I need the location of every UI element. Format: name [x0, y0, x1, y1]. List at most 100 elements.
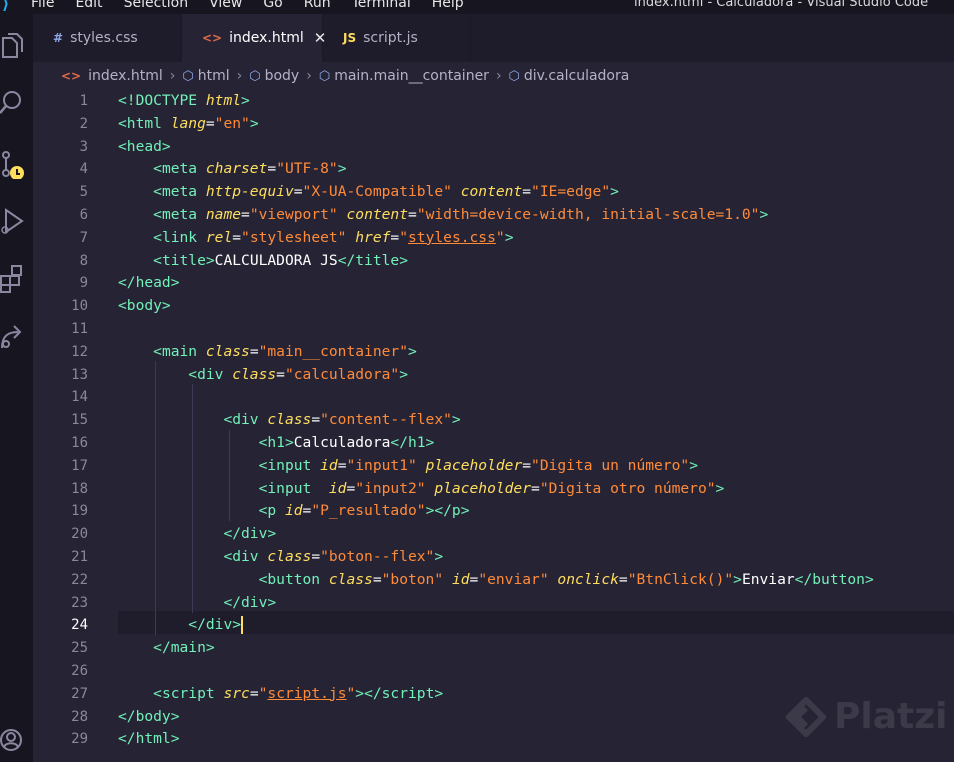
- line-number: 17: [71, 457, 88, 474]
- line-number: 25: [71, 640, 88, 657]
- line-number: 11: [71, 321, 88, 337]
- line-number: 28: [71, 708, 88, 725]
- symbol-element-icon: ⬡: [508, 68, 520, 84]
- tab-label: script.js: [363, 30, 418, 46]
- symbol-element-icon: ⬡: [249, 68, 261, 84]
- menu-bar: ⟩ File Edit Selection View Go Run Termin…: [0, 0, 954, 14]
- symbol-element-icon: ⬡: [182, 68, 194, 84]
- watermark-text: Platzi: [834, 696, 948, 737]
- code-line: 11: [33, 318, 954, 341]
- chevron-right-icon: ›: [169, 68, 176, 84]
- tab-label: index.html: [229, 30, 304, 46]
- line-number: 22: [71, 571, 88, 588]
- line-number: 15: [71, 412, 88, 429]
- code-line: 14: [33, 386, 954, 409]
- code-line: 1 <!DOCTYPE html>: [33, 90, 954, 113]
- line-number: 10: [71, 298, 88, 315]
- line-number: 8: [79, 252, 88, 269]
- tab-index-html[interactable]: <> index.html ✕: [182, 14, 326, 62]
- search-icon[interactable]: [0, 88, 26, 118]
- line-number: 9: [79, 275, 88, 292]
- platzi-watermark: Platzi: [786, 696, 948, 737]
- code-line-current: 24 </div>: [33, 614, 954, 637]
- platzi-logo-icon: [786, 696, 826, 737]
- code-line: 7 <link rel="stylesheet" href="styles.cs…: [33, 227, 954, 250]
- activity-bar: [0, 14, 33, 762]
- line-number: 29: [71, 731, 88, 748]
- line-number: 7: [79, 229, 88, 246]
- run-debug-icon[interactable]: [0, 206, 26, 236]
- code-line: 20 </div>: [33, 523, 954, 546]
- text-cursor: [241, 616, 244, 635]
- code-line: 12 <main class="main__container">: [33, 341, 954, 364]
- breadcrumb-item[interactable]: main.main__container: [334, 68, 489, 84]
- code-line: 19 <p id="P_resultado"></p>: [33, 500, 954, 523]
- breadcrumb-item[interactable]: html: [198, 68, 230, 84]
- line-number: 20: [71, 526, 88, 543]
- css-file-icon: #: [53, 31, 64, 45]
- code-line: 21 <div class="boton--flex">: [33, 546, 954, 569]
- account-icon[interactable]: [0, 724, 26, 754]
- line-number: 16: [71, 435, 88, 451]
- line-number: 18: [71, 480, 88, 497]
- code-editor[interactable]: 1 <!DOCTYPE html> 2 <html lang="en"> 3 <hea…: [33, 90, 954, 762]
- html-file-icon: <>: [202, 31, 223, 45]
- line-number: 27: [71, 685, 88, 702]
- code-line: 17 <input id="input1" placeholder="Digit…: [33, 455, 954, 478]
- menu-file[interactable]: File: [31, 0, 54, 11]
- code-line: 8 <title>CALCULADORA JS</title>: [33, 250, 954, 273]
- live-share-icon[interactable]: [0, 322, 26, 352]
- menu-view[interactable]: View: [209, 0, 242, 11]
- tab-script-js[interactable]: JS script.js: [323, 14, 471, 62]
- breadcrumb-item[interactable]: index.html: [88, 68, 163, 84]
- code-line: 4 <meta charset="UTF-8">: [33, 158, 954, 181]
- html-file-icon: <>: [61, 69, 82, 83]
- breadcrumb-item[interactable]: div.calculadora: [524, 68, 629, 84]
- code-line: 5 <meta http-equiv="X-UA-Compatible" con…: [33, 181, 954, 204]
- code-line: 3 <head>: [33, 136, 954, 159]
- code-line: 2 <html lang="en">: [33, 113, 954, 136]
- js-file-icon: JS: [343, 31, 357, 45]
- line-number: 12: [71, 343, 88, 360]
- code-line: 22 <button class="boton" id="enviar" onc…: [33, 569, 954, 592]
- line-number: 23: [71, 594, 88, 611]
- code-line: 26: [33, 660, 954, 683]
- chevron-right-icon: ›: [495, 68, 502, 84]
- menu-items: File Edit Selection View Go Run Terminal…: [31, 0, 485, 11]
- code-line: 9 </head>: [33, 272, 954, 295]
- menu-terminal[interactable]: Terminal: [352, 0, 411, 11]
- chevron-right-icon: ›: [236, 68, 243, 84]
- line-number: 14: [71, 389, 88, 406]
- window-title: index.html - Calculadora - Visual Studio…: [634, 0, 929, 10]
- code-line: 13 <div class="calculadora">: [33, 364, 954, 387]
- tab-styles-css[interactable]: # styles.css: [33, 14, 182, 62]
- explorer-icon[interactable]: [0, 32, 26, 62]
- code-line: 23 </div>: [33, 592, 954, 615]
- code-line: 18 <input id="input2" placeholder="Digit…: [33, 478, 954, 501]
- breadcrumb: <> index.html › ⬡ html › ⬡ body › ⬡ main…: [33, 62, 954, 90]
- menu-selection[interactable]: Selection: [124, 0, 189, 11]
- code-line: 25 </main>: [33, 637, 954, 660]
- line-number: 19: [71, 503, 88, 520]
- breadcrumb-item[interactable]: body: [265, 68, 300, 84]
- source-control-icon[interactable]: [0, 149, 26, 180]
- chevron-right-icon: ›: [306, 68, 312, 84]
- line-number: 1: [79, 93, 88, 109]
- tab-label: styles.css: [70, 30, 138, 46]
- menu-go[interactable]: Go: [263, 0, 282, 11]
- line-number: 6: [79, 207, 88, 223]
- menu-help[interactable]: Help: [432, 0, 464, 11]
- code-line: 15 <div class="content--flex">: [33, 409, 954, 432]
- line-number: 3: [79, 138, 88, 155]
- line-number: 4: [79, 161, 88, 178]
- vscode-logo-icon: ⟩: [2, 0, 10, 13]
- menu-run[interactable]: Run: [304, 0, 331, 11]
- menu-edit[interactable]: Edit: [75, 0, 102, 11]
- line-number: 24: [71, 617, 88, 634]
- line-number: 26: [71, 663, 88, 679]
- line-number: 21: [71, 549, 88, 565]
- symbol-element-icon: ⬡: [318, 68, 331, 84]
- tab-bar: # styles.css <> index.html ✕ JS script.j…: [33, 14, 954, 62]
- code-line: 10 <body>: [33, 295, 954, 318]
- extensions-icon[interactable]: [0, 264, 26, 294]
